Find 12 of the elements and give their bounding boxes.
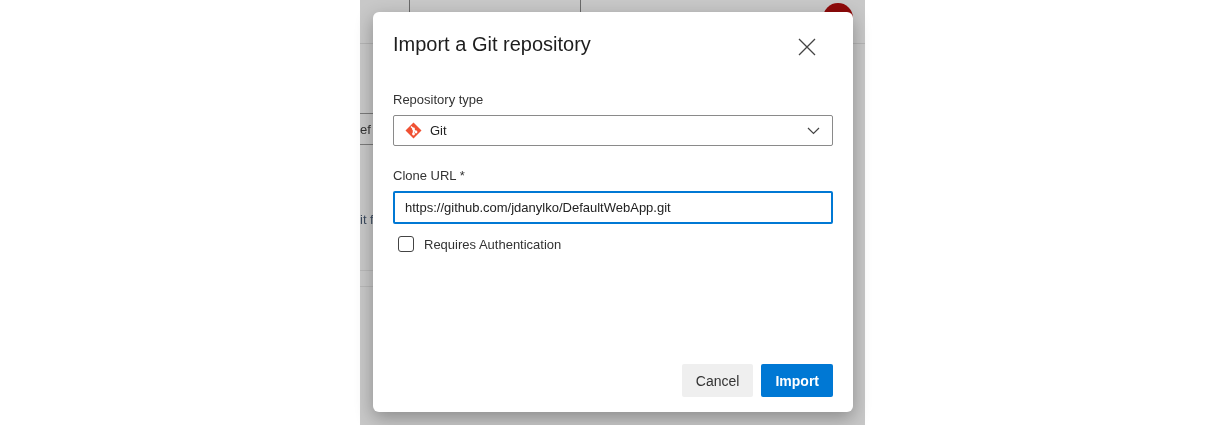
repository-type-dropdown[interactable]: Git [393,115,833,146]
clone-url-field[interactable]: https://github.com/jdanylko/DefaultWebApp.git [393,191,833,224]
import-button[interactable]: Import [761,364,833,397]
chevron-down-icon [807,126,820,135]
field-label: Repository type [393,92,485,107]
field-label: Clone URL * [393,168,466,183]
checkbox[interactable] [398,236,414,252]
cancel-button[interactable]: Cancel [681,364,754,397]
dialog-title: Import a Git repository [393,32,591,56]
checkbox-label[interactable]: Requires Authentication [424,236,562,252]
close-icon[interactable] [798,38,816,56]
git-logo-icon [405,122,422,139]
